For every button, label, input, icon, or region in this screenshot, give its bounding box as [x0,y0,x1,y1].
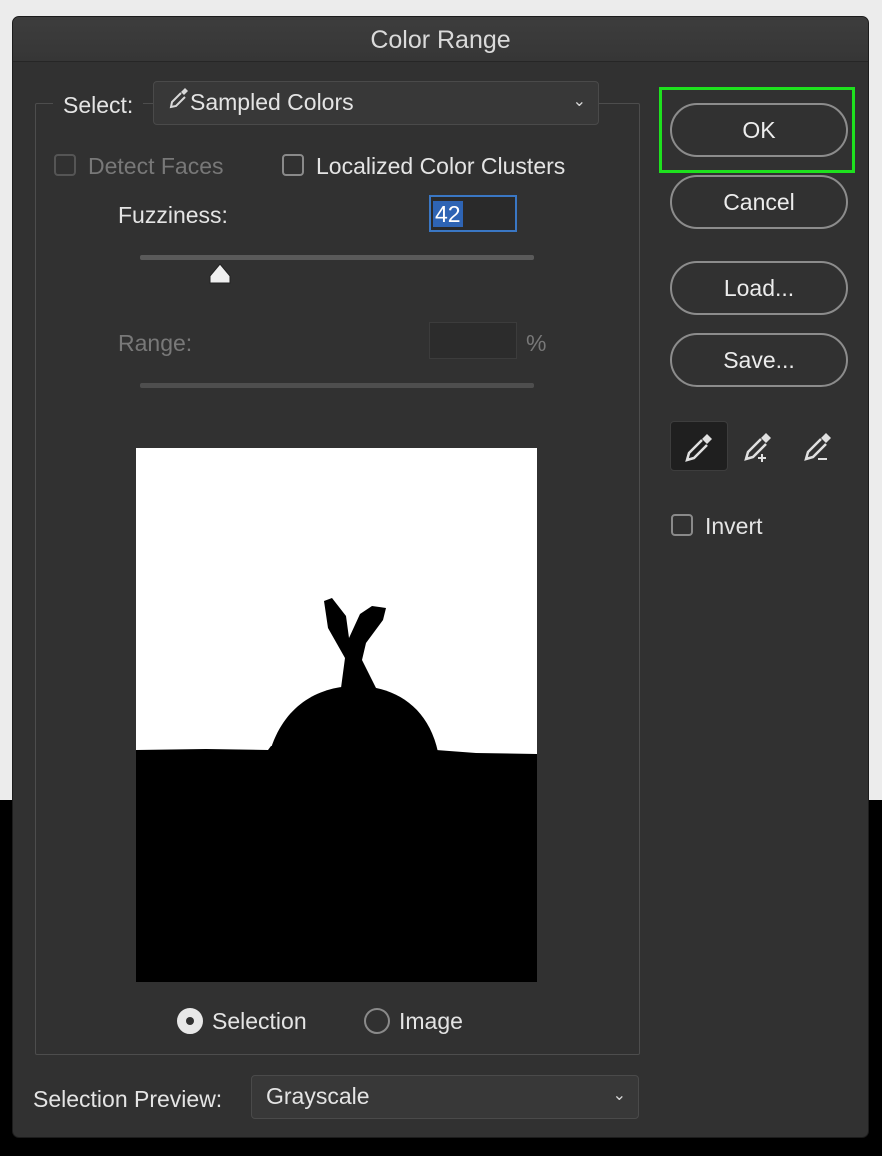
eyedropper-icon [685,434,712,462]
eyedropper-minus-icon [804,433,831,461]
detect-faces-label: Detect Faces [88,153,224,179]
eyedropper-tool[interactable] [670,421,728,471]
color-range-dialog: Color Range Select: Sampled Colors ⌄ Det… [12,16,869,1138]
ok-button[interactable]: OK [670,103,848,157]
eyedropper-minus-tool[interactable] [790,421,848,471]
image-radio[interactable] [364,1008,390,1034]
invert-label: Invert [705,513,763,539]
selection-preview-image [136,448,537,982]
cancel-button[interactable]: Cancel [670,175,848,229]
range-input [429,322,517,359]
range-label: Range: [118,330,193,356]
dialog-title: Color Range [13,17,868,62]
select-label: Select: [53,85,144,125]
chevron-down-icon: ⌄ [572,93,586,110]
chevron-down-icon: ⌄ [612,1087,626,1104]
invert-checkbox[interactable] [671,514,693,536]
load-button[interactable]: Load... [670,261,848,315]
selection-preview-label: Selection Preview: [33,1086,223,1112]
fuzziness-value: 42 [433,201,463,227]
selection-radio-label: Selection [212,1008,307,1034]
fuzziness-input[interactable]: 42 [429,195,517,232]
detect-faces-checkbox[interactable] [54,154,76,176]
selection-radio[interactable] [177,1008,203,1034]
fuzziness-label: Fuzziness: [118,202,228,228]
image-radio-label: Image [399,1008,463,1034]
select-value: Sampled Colors [190,89,354,115]
selection-preview-value: Grayscale [266,1083,370,1109]
selection-preview-dropdown[interactable]: Grayscale ⌄ [251,1075,639,1119]
save-button[interactable]: Save... [670,333,848,387]
localized-clusters-label: Localized Color Clusters [316,153,566,179]
eyedropper-plus-icon [744,433,771,462]
range-percent: % [526,330,547,356]
fuzziness-slider-track[interactable] [140,255,534,260]
range-slider-track [140,383,534,388]
select-dropdown[interactable]: Sampled Colors ⌄ [153,81,599,125]
eyedropper-plus-tool[interactable] [730,421,788,471]
eyedropper-icon [168,82,190,122]
localized-clusters-checkbox[interactable] [282,154,304,176]
